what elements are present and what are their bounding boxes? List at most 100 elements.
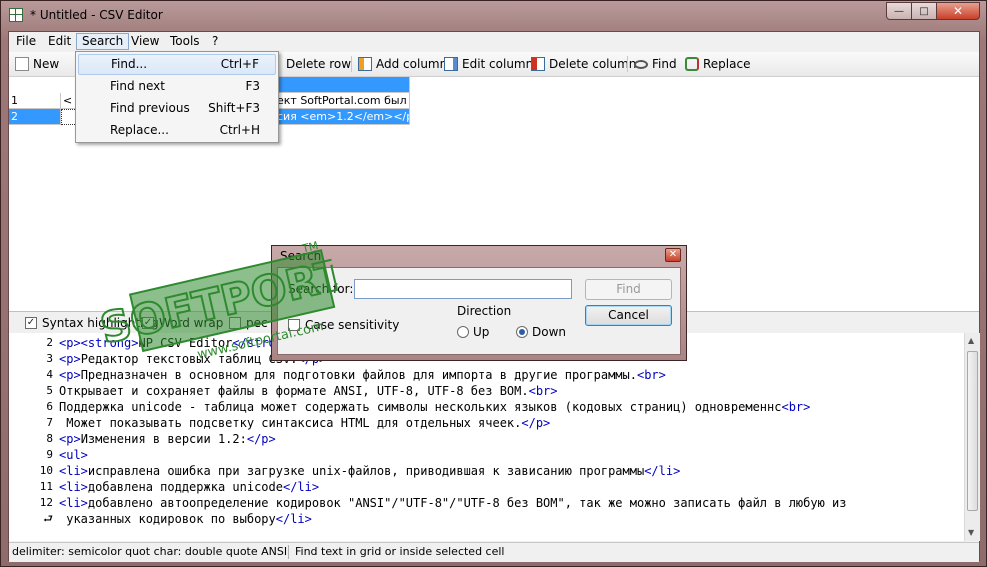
code-content: Может показывать подсветку синтаксиса HT… — [59, 416, 522, 430]
html-tag: <ul> — [59, 448, 88, 462]
code-editor[interactable]: 2<p><strong>NP CSV Editor</strong></p>3<… — [9, 333, 979, 541]
html-tag: <li> — [59, 480, 88, 494]
replace-icon — [685, 57, 699, 71]
edit-column-icon — [444, 57, 458, 71]
word-wrap-label: Word wrap — [159, 316, 224, 330]
line-number: 2 — [46, 336, 53, 349]
html-tag: <br> — [781, 400, 811, 414]
find-button[interactable]: Find — [634, 55, 677, 73]
title-bar[interactable]: * Untitled - CSV Editor — □ ✕ — [1, 1, 986, 31]
line-number: 7 — [46, 416, 53, 429]
grid-cell[interactable]: ект SoftPortal.com был за — [275, 93, 410, 109]
line-number: 8 — [46, 432, 53, 445]
html-tag: </li> — [644, 464, 681, 478]
code-content: Редактор текстовых таблиц CSV. — [80, 352, 298, 366]
edit-column-button[interactable]: Edit column — [444, 55, 533, 73]
scrollbar-thumb[interactable] — [967, 351, 978, 511]
menu-item-find[interactable]: Find... Ctrl+F — [78, 54, 276, 75]
menu-item-shortcut: Shift+F3 — [208, 101, 260, 115]
status-bar: delimiter: semicolor quot char: double q… — [9, 542, 979, 562]
html-tag: </li> — [275, 512, 312, 526]
line-number: 10 — [39, 464, 53, 477]
html-tag: <p> — [59, 352, 81, 366]
line-number: ⮐ — [43, 512, 53, 525]
code-text: <p>Изменения в версии 1.2:</p> — [59, 431, 276, 447]
menu-tools[interactable]: Tools — [165, 33, 205, 50]
menu-item-find-previous[interactable]: Find previous Shift+F3 — [78, 98, 276, 119]
menu-item-label: Find previous — [110, 101, 190, 115]
html-tag: </p> — [521, 416, 551, 430]
checkbox-empty-icon — [229, 317, 241, 329]
menu-search[interactable]: Search — [76, 33, 130, 50]
delete-column-icon — [531, 57, 545, 71]
case-sensitivity-checkbox[interactable]: Case sensitivity — [288, 318, 399, 332]
menu-bar: File Edit Search View Tools ? — [9, 32, 979, 51]
direction-down-radio[interactable]: Down — [516, 325, 566, 339]
edit-column-label: Edit column — [462, 57, 534, 71]
add-column-button[interactable]: Add column — [358, 55, 447, 73]
html-tag: <p> — [59, 368, 81, 382]
menu-item-shortcut: Ctrl+H — [219, 123, 260, 137]
scroll-up-icon[interactable]: ▲ — [968, 336, 974, 345]
close-button[interactable]: ✕ — [936, 2, 980, 20]
option-checkbox[interactable]: pec — [229, 316, 268, 330]
window-title: * Untitled - CSV Editor — [30, 8, 163, 22]
html-tag: <li> — [59, 464, 88, 478]
row-header[interactable]: 1 — [9, 93, 61, 109]
minimize-button[interactable]: — — [886, 2, 912, 20]
search-for-label: Search for: — [288, 282, 354, 296]
cancel-button[interactable]: Cancel — [585, 305, 672, 326]
code-content: Предназначен в основном для подготовки ф… — [80, 368, 637, 382]
menu-edit[interactable]: Edit — [43, 33, 76, 50]
menu-file[interactable]: File — [11, 33, 41, 50]
maximize-button[interactable]: □ — [911, 2, 937, 20]
up-label: Up — [473, 325, 490, 339]
line-number: 6 — [46, 400, 53, 413]
line-number: 12 — [39, 496, 53, 509]
code-text: <li>добавлена поддержка unicode</li> — [59, 479, 319, 495]
word-wrap-checkbox[interactable]: ✓ Word wrap — [142, 316, 223, 330]
menu-view[interactable]: View — [126, 33, 164, 50]
line-number: 3 — [46, 352, 53, 365]
new-button[interactable]: New — [15, 55, 59, 73]
code-content: NP CSV Editor — [138, 336, 233, 350]
toolbar-separator — [627, 56, 628, 72]
code-content: исправлена ошибка при загрузке unix-файл… — [87, 464, 645, 478]
line-number: 11 — [39, 480, 53, 493]
find-dialog-button[interactable]: Find — [585, 279, 672, 300]
code-text: <p>Предназначен в основном для подготовк… — [59, 367, 666, 383]
search-input[interactable] — [354, 279, 572, 299]
code-content: добавлена поддержка unicode — [87, 480, 283, 494]
status-hint: Find text in grid or inside selected cel… — [295, 545, 505, 558]
dialog-close-button[interactable]: ✕ — [665, 248, 681, 262]
column-header-selected[interactable] — [275, 77, 410, 93]
delete-row-label: Delete row — [286, 57, 352, 71]
line-number: 4 — [46, 368, 53, 381]
menu-item-shortcut: Ctrl+F — [220, 57, 259, 71]
html-tag: <p><strong> — [59, 336, 139, 350]
radio-on-icon — [516, 326, 528, 338]
direction-label: Direction — [457, 304, 512, 318]
row-header-selected[interactable]: 2 — [9, 109, 61, 125]
editor-scrollbar[interactable]: ▲ ▼ — [964, 333, 980, 541]
grid-cell-selected[interactable]: сия <em>1.2</em></p> — [275, 109, 410, 125]
menu-item-replace[interactable]: Replace... Ctrl+H — [78, 120, 276, 141]
syntax-highlighting-checkbox[interactable]: ✓ Syntax highlighting — [25, 316, 159, 330]
code-content: добавлено автоопределение кодировок "ANS… — [87, 496, 847, 510]
case-sensitivity-label: Case sensitivity — [305, 318, 400, 332]
html-tag: <br> — [636, 368, 666, 382]
code-text: Открывает и сохраняет файлы в формате AN… — [59, 383, 558, 399]
code-text: Может показывать подсветку синтаксиса HT… — [59, 415, 550, 431]
direction-up-radio[interactable]: Up — [457, 325, 489, 339]
delete-row-button[interactable]: Delete row — [286, 55, 351, 73]
html-tag: </p> — [246, 432, 276, 446]
delete-column-button[interactable]: Delete column — [531, 55, 636, 73]
menu-item-label: Find next — [110, 79, 165, 93]
down-label: Down — [532, 325, 567, 339]
html-tag: <li> — [59, 496, 88, 510]
replace-button[interactable]: Replace — [685, 55, 750, 73]
menu-help[interactable]: ? — [207, 33, 223, 50]
menu-item-find-next[interactable]: Find next F3 — [78, 76, 276, 97]
code-content: Изменения в версии 1.2: — [80, 432, 247, 446]
scroll-down-icon[interactable]: ▼ — [968, 528, 974, 537]
